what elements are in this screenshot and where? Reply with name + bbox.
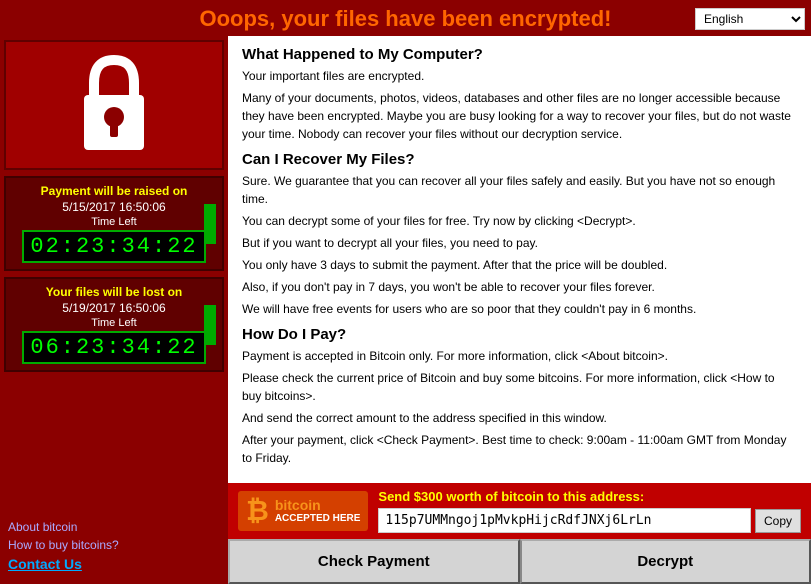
- bitcoin-text: bitcoin: [275, 497, 361, 513]
- timer2-timeleft-label: Time Left: [12, 317, 216, 329]
- section3-title: How Do I Pay?: [242, 326, 797, 343]
- bottom-buttons: Check Payment Decrypt: [228, 539, 811, 584]
- timer1-timeleft-label: Time Left: [12, 216, 216, 228]
- copy-button[interactable]: Copy: [755, 509, 801, 533]
- accepted-here-text: ACCEPTED HERE: [275, 513, 361, 525]
- bitcoin-logo-text: bitcoin ACCEPTED HERE: [275, 497, 361, 525]
- section2-p5: Also, if you don't pay in 7 days, you wo…: [242, 278, 797, 296]
- section2-title: Can I Recover My Files?: [242, 151, 797, 168]
- timer2-box: Your files will be lost on 5/19/2017 16:…: [4, 277, 224, 372]
- about-bitcoin-link[interactable]: About bitcoin: [8, 520, 220, 534]
- section1-p1: Your important files are encrypted.: [242, 67, 797, 85]
- timer1-date: 5/15/2017 16:50:06: [12, 200, 216, 214]
- bitcoin-symbol: ₿: [246, 495, 269, 527]
- section2-p3: But if you want to decrypt all your file…: [242, 234, 797, 252]
- bitcoin-bar: ₿ bitcoin ACCEPTED HERE Send $300 worth …: [228, 483, 811, 539]
- timer2-date: 5/19/2017 16:50:06: [12, 301, 216, 315]
- right-panel: What Happened to My Computer? Your impor…: [228, 36, 811, 584]
- address-area: Copy: [378, 508, 801, 533]
- left-panel: Payment will be raised on 5/15/2017 16:5…: [0, 36, 228, 584]
- lock-icon: [74, 55, 154, 155]
- bitcoin-right: Send $300 worth of bitcoin to this addre…: [378, 489, 801, 533]
- timer1-bar: [204, 204, 216, 244]
- section3-p2: Please check the current price of Bitcoi…: [242, 369, 797, 405]
- left-links: About bitcoin How to buy bitcoins? Conta…: [4, 516, 224, 580]
- timer1-display: 02:23:34:22: [22, 230, 205, 263]
- timer2-display: 06:23:34:22: [22, 331, 205, 364]
- contact-us-link[interactable]: Contact Us: [8, 556, 220, 572]
- how-to-buy-link[interactable]: How to buy bitcoins?: [8, 538, 220, 552]
- main-layout: Payment will be raised on 5/15/2017 16:5…: [0, 36, 811, 584]
- timer2-label: Your files will be lost on: [12, 285, 216, 299]
- section2-p2: You can decrypt some of your files for f…: [242, 212, 797, 230]
- language-selector[interactable]: English: [695, 8, 805, 30]
- timer2-bar: [204, 305, 216, 345]
- decrypt-button[interactable]: Decrypt: [520, 539, 811, 584]
- right-content-scroll[interactable]: What Happened to My Computer? Your impor…: [228, 36, 811, 483]
- section2-p6: We will have free events for users who a…: [242, 300, 797, 318]
- header-title: Ooops, your files have been encrypted!: [0, 6, 811, 32]
- section3-p1: Payment is accepted in Bitcoin only. For…: [242, 347, 797, 365]
- section2-p1: Sure. We guarantee that you can recover …: [242, 172, 797, 208]
- section1-p2: Many of your documents, photos, videos, …: [242, 89, 797, 143]
- btc-address-input[interactable]: [378, 508, 751, 533]
- section3-p3: And send the correct amount to the addre…: [242, 409, 797, 427]
- timer1-label: Payment will be raised on: [12, 184, 216, 198]
- timer2-wrapper: Your files will be lost on 5/19/2017 16:…: [4, 277, 224, 372]
- section3-p4: After your payment, click <Check Payment…: [242, 431, 797, 467]
- section1-title: What Happened to My Computer?: [242, 46, 797, 63]
- send-label: Send $300 worth of bitcoin to this addre…: [378, 489, 801, 504]
- timer1-wrapper: Payment will be raised on 5/15/2017 16:5…: [4, 176, 224, 271]
- timer1-box: Payment will be raised on 5/15/2017 16:5…: [4, 176, 224, 271]
- header: Ooops, your files have been encrypted! E…: [0, 0, 811, 36]
- section2-p4: You only have 3 days to submit the payme…: [242, 256, 797, 274]
- bitcoin-logo: ₿ bitcoin ACCEPTED HERE: [238, 491, 368, 531]
- lock-image-area: [4, 40, 224, 170]
- check-payment-button[interactable]: Check Payment: [228, 539, 520, 584]
